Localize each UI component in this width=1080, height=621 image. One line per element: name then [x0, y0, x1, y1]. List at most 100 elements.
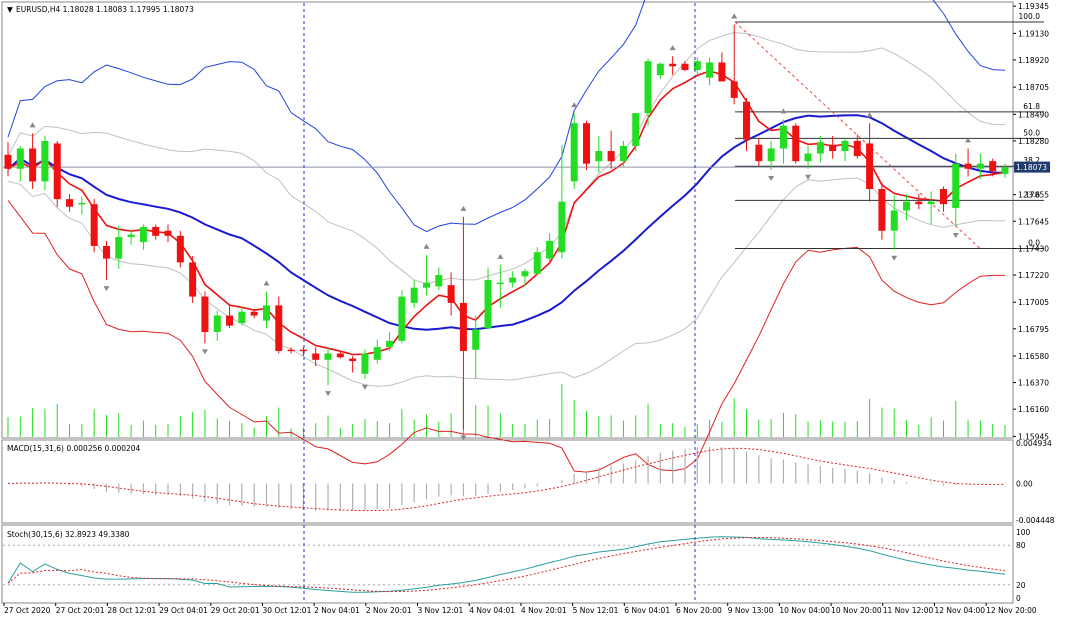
macd-tick-label: -0.004448	[1016, 516, 1055, 525]
bull-candle	[767, 148, 775, 162]
bull-candle	[952, 163, 960, 208]
price-tick-label: 1.17855	[1018, 191, 1049, 200]
fractal-up-arrow	[669, 45, 676, 51]
price-tick-label: 1.18920	[1018, 56, 1049, 65]
bear-candle	[189, 262, 197, 297]
bull-candle	[410, 287, 418, 303]
bear-candle	[607, 151, 615, 162]
fractal-up-arrow	[780, 108, 787, 114]
bull-candle	[976, 163, 984, 169]
macd-indicator	[7, 446, 1006, 512]
bull-candle	[472, 329, 480, 350]
fractal-down-arrow	[201, 349, 208, 355]
bear-candle	[29, 148, 37, 182]
bear-candle	[878, 189, 886, 231]
price-tick-label: 1.17430	[1018, 244, 1049, 253]
price-axis: 1.19345 1.19130 1.18920 1.18705 1.18490 1.182…	[1013, 2, 1055, 603]
fibo-level-label: 100.0	[1019, 12, 1041, 21]
bear-candle	[312, 353, 320, 360]
bear-candle	[681, 63, 689, 71]
bull-candle	[127, 234, 135, 238]
bear-candle	[201, 296, 209, 332]
bull-candle	[213, 315, 221, 332]
bear-candle	[176, 235, 184, 263]
stoch-tick-label: 100	[1016, 528, 1031, 537]
lower-envelope-line	[7, 200, 1005, 473]
bull-candle	[644, 61, 652, 114]
bull-candle	[816, 142, 824, 154]
bull-candle	[927, 201, 935, 205]
stoch-tick-label: 0	[1016, 594, 1021, 603]
main-pane-frame	[1, 1, 1014, 439]
bull-candle	[546, 240, 554, 259]
bull-candle	[521, 271, 529, 277]
time-tick-label: 27 Oct 2020	[4, 606, 51, 615]
bear-candle	[964, 163, 972, 169]
bull-candle	[238, 311, 246, 324]
bear-candle	[866, 143, 874, 189]
bear-candle	[164, 230, 172, 236]
fractal-down-arrow	[768, 176, 775, 182]
upper-inner-band-line	[7, 31, 1006, 285]
bear-candle	[989, 161, 997, 172]
bull-candle	[903, 201, 911, 211]
fractal-down-arrow	[325, 391, 332, 397]
fractal-arrows	[29, 13, 972, 441]
bear-candle	[4, 154, 12, 169]
bear-candle	[349, 358, 357, 362]
bull-candle	[779, 125, 787, 149]
fractal-up-arrow	[571, 102, 578, 108]
bear-candle	[669, 63, 677, 67]
fractal-down-arrow	[361, 384, 368, 390]
price-tick-label: 1.18280	[1018, 137, 1049, 146]
time-tick-label: 10 Nov 20:00	[831, 606, 882, 615]
time-tick-label: 9 Nov 13:00	[728, 606, 774, 615]
macd-tick-label: 0.00	[1016, 479, 1033, 488]
bull-candle	[533, 252, 541, 274]
price-tick-label: 1.18490	[1018, 110, 1049, 119]
time-tick-label: 4 Nov 20:01	[521, 606, 567, 615]
bull-candle	[361, 353, 369, 374]
bull-candle	[435, 275, 443, 287]
candles	[4, 24, 1009, 430]
fractal-up-arrow	[263, 280, 270, 286]
time-tick-label: 11 Nov 12:00	[883, 606, 934, 615]
bear-candle	[447, 285, 455, 303]
current-price-label: 1.18073	[1016, 163, 1047, 172]
time-tick-label: 4 Nov 04:01	[469, 606, 515, 615]
bull-candle	[78, 202, 86, 205]
bear-candle	[829, 144, 837, 152]
bear-candle	[226, 315, 234, 326]
bull-candle	[570, 123, 578, 182]
price-tick-label: 1.18705	[1018, 83, 1049, 92]
time-tick-label: 10 Nov 04:00	[779, 606, 830, 615]
stoch-signal-line	[7, 536, 1006, 593]
macd-pane-frame	[1, 439, 1014, 524]
bull-candle	[595, 151, 603, 162]
price-tick-label: 1.16795	[1018, 325, 1049, 334]
time-tick-label: 2 Nov 20:01	[366, 606, 412, 615]
time-tick-label: 12 Nov 04:00	[934, 606, 985, 615]
stoch-main-line	[7, 536, 1006, 593]
bear-candle	[915, 201, 923, 205]
price-tick-label: 1.17005	[1018, 298, 1049, 307]
bear-candle	[336, 353, 344, 358]
fractal-up-arrow	[866, 112, 873, 118]
bull-candle	[41, 140, 49, 182]
time-tick-label: 5 Nov 12:01	[573, 606, 619, 615]
mt4-chart[interactable]: 100.061.850.038.223.60.0 1.193451.191301…	[0, 0, 1080, 621]
macd-signal-line	[7, 447, 1006, 512]
time-tick-label: 28 Oct 12:01	[107, 606, 156, 615]
bull-candle	[484, 280, 492, 329]
time-tick-label: 27 Oct 20:01	[56, 606, 105, 615]
fractal-up-arrow	[423, 243, 430, 249]
indicator-bands	[3, 0, 1013, 473]
bear-candle	[275, 305, 283, 351]
price-tick-label: 1.16580	[1018, 352, 1049, 361]
bull-candle	[632, 113, 640, 146]
macd-label: MACD(15,31,6) 0.000256 0.000204	[7, 444, 141, 453]
stoch-tick-label: 80	[1016, 541, 1026, 550]
bear-candle	[53, 143, 61, 200]
bear-candle	[287, 349, 295, 352]
time-tick-label: 2 Nov 04:01	[314, 606, 360, 615]
